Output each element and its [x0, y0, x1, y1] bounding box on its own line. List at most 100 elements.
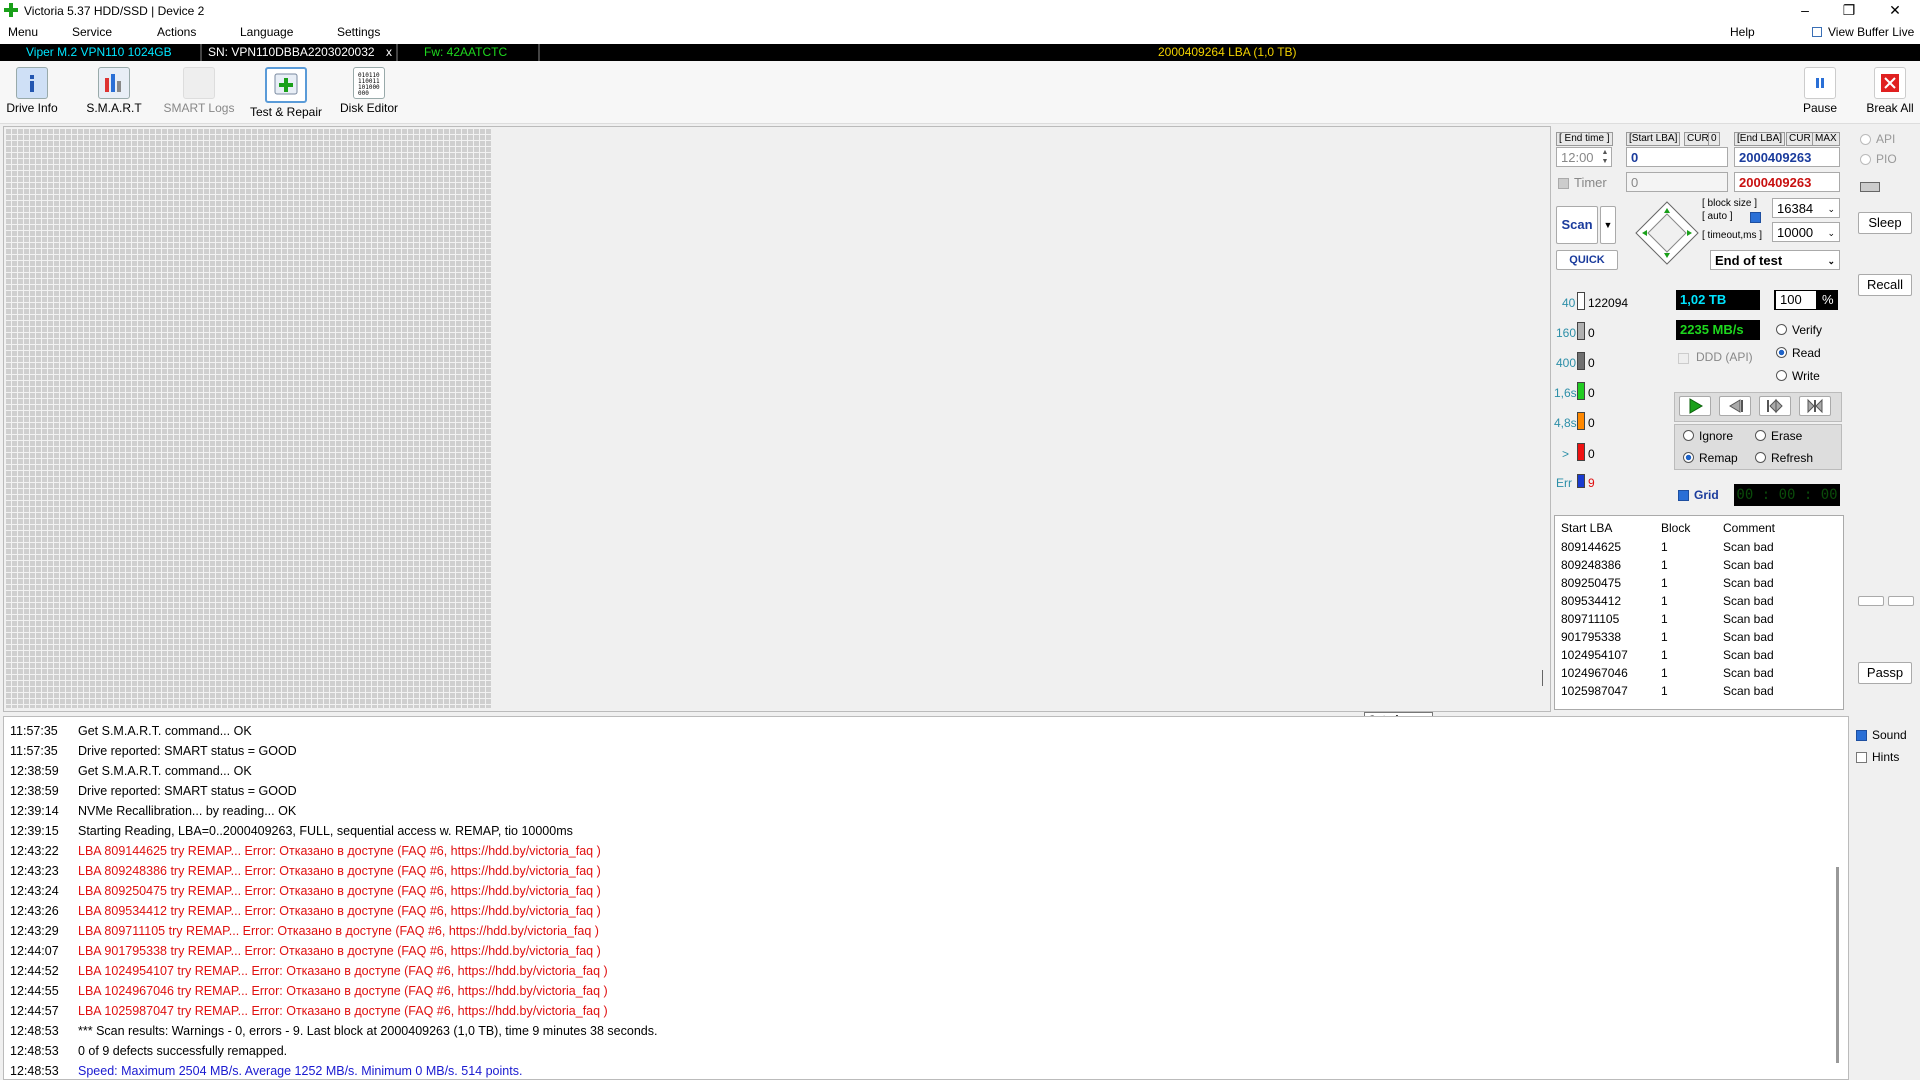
defect-row[interactable]: 809144625 1 Scan bad: [1555, 538, 1841, 556]
minimize-icon[interactable]: –: [1782, 0, 1828, 22]
side-small-button-right[interactable]: [1888, 596, 1914, 606]
bar-row: 40 122094: [1554, 290, 1674, 312]
api-radio[interactable]: [1860, 134, 1871, 145]
menu-item-menu[interactable]: Menu: [8, 25, 38, 39]
log-time: 12:43:26: [10, 904, 59, 918]
pio-radio[interactable]: [1860, 154, 1871, 165]
scan-dropdown-icon[interactable]: ▼: [1600, 206, 1616, 244]
break-all-button[interactable]: Break All: [1864, 63, 1916, 121]
grid-label: Grid: [1694, 488, 1719, 502]
read-radio[interactable]: [1776, 347, 1787, 358]
defect-row[interactable]: 809250475 1 Scan bad: [1555, 574, 1841, 592]
start-lba-label: [Start LBA]: [1626, 132, 1681, 146]
sound-checkbox[interactable]: [1856, 730, 1867, 741]
defect-comment: Scan bad: [1723, 648, 1774, 662]
log-message: Drive reported: SMART status = GOOD: [78, 784, 297, 798]
play-icon[interactable]: [1679, 396, 1711, 416]
defect-row[interactable]: 809711105 1 Scan bad: [1555, 610, 1841, 628]
write-radio[interactable]: [1776, 370, 1787, 381]
maximize-icon[interactable]: ❐: [1826, 0, 1872, 22]
device-firmware: Fw: 42AATCTC: [424, 45, 508, 59]
menu-item-language[interactable]: Language: [240, 25, 293, 39]
menu-bar: Menu Service Actions Language Settings H…: [0, 22, 1920, 44]
defect-block: 1: [1661, 648, 1668, 662]
device-bar: Viper M.2 VPN110 1024GB SN: VPN110DBBA22…: [0, 44, 1920, 61]
test-repair-icon: [265, 67, 307, 103]
elapsed-timer: 00 : 00 : 00: [1734, 484, 1840, 506]
side-small-button-left[interactable]: [1858, 596, 1884, 606]
hints-checkbox[interactable]: [1856, 752, 1867, 763]
test-repair-button[interactable]: Test & Repair: [246, 63, 326, 121]
grid-checkbox[interactable]: [1678, 490, 1689, 501]
end-time-spinner[interactable]: ▲ ▼: [1600, 148, 1610, 166]
block-size-select[interactable]: 16384 ⌄: [1772, 198, 1840, 218]
end-action-select[interactable]: End of test ⌄: [1710, 250, 1840, 270]
menu-item-actions[interactable]: Actions: [157, 25, 196, 39]
defect-row[interactable]: 1024954107 1 Scan bad: [1555, 646, 1841, 664]
start-zero-button[interactable]: 0: [1708, 132, 1720, 146]
bar-row: 4,8s 0: [1554, 410, 1674, 432]
smart-logs-button[interactable]: SMART Logs: [162, 63, 236, 121]
passp-button[interactable]: Passp: [1858, 662, 1912, 684]
pause-button[interactable]: Pause: [1796, 63, 1844, 121]
disk-editor-icon: 010110 110011 101000 000: [353, 67, 385, 99]
defect-row[interactable]: 1025987047 1 Scan bad: [1555, 682, 1841, 700]
scan-button[interactable]: Scan: [1556, 206, 1598, 244]
rewind-icon[interactable]: [1719, 396, 1751, 416]
menu-item-help[interactable]: Help: [1730, 25, 1755, 39]
timer-label: Timer: [1574, 175, 1607, 190]
skip-back-icon[interactable]: [1759, 396, 1791, 416]
menu-item-service[interactable]: Service: [72, 25, 112, 39]
defect-row[interactable]: 809534412 1 Scan bad: [1555, 592, 1841, 610]
log-line: 12:43:23 LBA 809248386 try REMAP... Error…: [10, 861, 601, 881]
menu-item-settings[interactable]: Settings: [337, 25, 380, 39]
close-icon[interactable]: ✕: [1872, 0, 1918, 22]
drive-info-icon: [16, 67, 48, 99]
disk-editor-button[interactable]: 010110 110011 101000 000 Disk Editor: [336, 63, 402, 121]
ignore-radio[interactable]: [1683, 430, 1694, 441]
end-cur-button[interactable]: CUR: [1786, 132, 1814, 146]
defect-lba: 809534412: [1561, 594, 1622, 608]
start-lba-input[interactable]: 0: [1626, 147, 1728, 167]
end-lba-max-field: 2000409263: [1734, 172, 1840, 192]
log-line: 12:43:29 LBA 809711105 try REMAP... Error…: [10, 921, 599, 941]
erase-radio[interactable]: [1755, 430, 1766, 441]
bar-1-6s-swatch: [1577, 382, 1585, 400]
bar-40-swatch: [1577, 292, 1585, 310]
direction-pad-icon[interactable]: [1634, 200, 1700, 266]
timer-checkbox[interactable]: [1558, 178, 1569, 189]
device-model[interactable]: Viper M.2 VPN110 1024GB: [22, 45, 176, 60]
refresh-radio[interactable]: [1755, 452, 1766, 463]
remap-radio[interactable]: [1683, 452, 1694, 463]
defect-lba: 901795338: [1561, 630, 1622, 644]
recall-button[interactable]: Recall: [1858, 274, 1912, 296]
sleep-button[interactable]: Sleep: [1858, 212, 1912, 234]
defect-comment: Scan bad: [1723, 540, 1774, 554]
sector-map-grid: [5, 128, 491, 708]
defect-row[interactable]: 901795338 1 Scan bad: [1555, 628, 1841, 646]
end-lba-input[interactable]: 2000409263: [1734, 147, 1840, 167]
defect-row[interactable]: 809248386 1 Scan bad: [1555, 556, 1841, 574]
skip-end-icon[interactable]: [1799, 396, 1831, 416]
ddd-api-checkbox[interactable]: [1678, 353, 1689, 364]
log-time: 12:43:24: [10, 884, 59, 898]
bar-400-swatch: [1577, 352, 1585, 370]
power-indicator[interactable]: [1860, 182, 1880, 192]
timeout-select[interactable]: 10000 ⌄: [1772, 222, 1840, 242]
defect-lba: 1024967046: [1561, 666, 1628, 680]
log-message: LBA 1025987047 try REMAP... Error: Отказ…: [78, 1004, 608, 1018]
quick-button[interactable]: QUICK: [1556, 250, 1618, 270]
timer-input[interactable]: 0: [1626, 172, 1728, 192]
col-comment-header: Comment: [1723, 521, 1776, 535]
device-close-button[interactable]: x: [382, 45, 396, 60]
end-max-button[interactable]: MAX: [1812, 132, 1840, 146]
verify-radio[interactable]: [1776, 324, 1787, 335]
smart-button[interactable]: S.M.A.R.T: [84, 63, 144, 121]
defect-lba: 809250475: [1561, 576, 1622, 590]
log-scrollbar[interactable]: [1836, 867, 1839, 1063]
defect-row[interactable]: 1024967046 1 Scan bad: [1555, 664, 1841, 682]
drive-info-button[interactable]: Drive Info: [4, 63, 60, 121]
auto-checkbox[interactable]: [1750, 212, 1761, 223]
view-buffer-live-button[interactable]: View Buffer Live: [1828, 25, 1914, 39]
log-line: 12:48:53 *** Scan results: Warnings - 0, …: [10, 1021, 657, 1041]
